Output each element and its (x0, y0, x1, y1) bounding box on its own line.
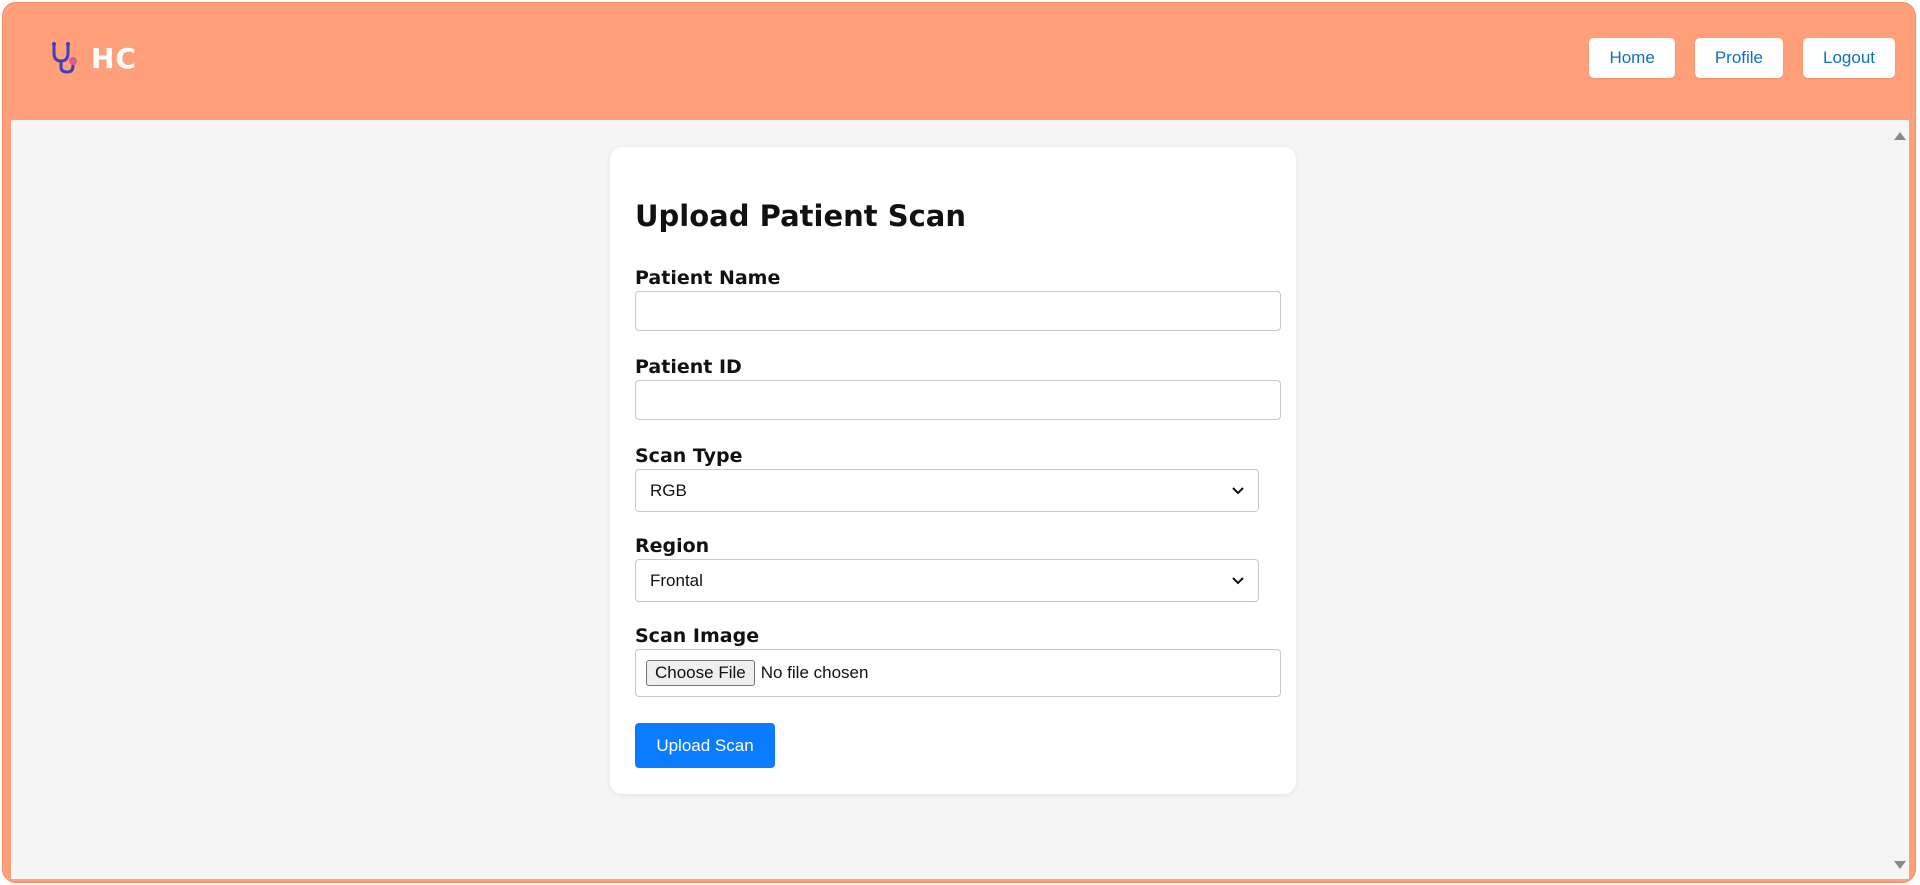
scan-type-select[interactable]: RGB (635, 469, 1259, 512)
header-bar: HC Home Profile Logout (3, 3, 1915, 119)
scroll-up-icon[interactable] (1894, 132, 1906, 140)
choose-file-button[interactable]: Choose File (646, 660, 755, 686)
logo[interactable]: HC (49, 41, 137, 75)
region-value: Frontal (650, 570, 703, 590)
region-label: Region (635, 535, 710, 557)
upload-scan-button[interactable]: Upload Scan (635, 723, 775, 768)
chevron-down-icon (1232, 486, 1244, 495)
main-content: Upload Patient Scan Patient Name Patient… (11, 120, 1893, 879)
profile-button[interactable]: Profile (1694, 38, 1783, 78)
upload-form-card: Upload Patient Scan Patient Name Patient… (610, 147, 1296, 794)
home-button[interactable]: Home (1589, 38, 1675, 78)
file-status-text: No file chosen (760, 663, 869, 682)
patient-id-label: Patient ID (635, 356, 742, 378)
scan-type-label: Scan Type (635, 445, 743, 467)
scan-type-value: RGB (650, 480, 687, 500)
patient-name-label: Patient Name (635, 267, 781, 289)
scan-image-file-input[interactable]: Choose File No file chosen (635, 649, 1281, 697)
chevron-down-icon (1232, 576, 1244, 585)
scan-image-label: Scan Image (635, 625, 760, 647)
logo-text: HC (91, 41, 137, 75)
page-title: Upload Patient Scan (635, 199, 967, 233)
app-frame: HC Home Profile Logout Upload Patient Sc… (2, 2, 1916, 883)
logout-button[interactable]: Logout (1803, 38, 1895, 78)
scroll-down-icon[interactable] (1894, 861, 1906, 869)
patient-id-input[interactable] (635, 380, 1281, 420)
patient-name-input[interactable] (635, 291, 1281, 331)
top-nav: Home Profile Logout (1589, 38, 1895, 78)
region-select[interactable]: Frontal (635, 559, 1259, 602)
vertical-scrollbar[interactable] (1891, 120, 1909, 879)
stethoscope-icon (49, 41, 81, 75)
